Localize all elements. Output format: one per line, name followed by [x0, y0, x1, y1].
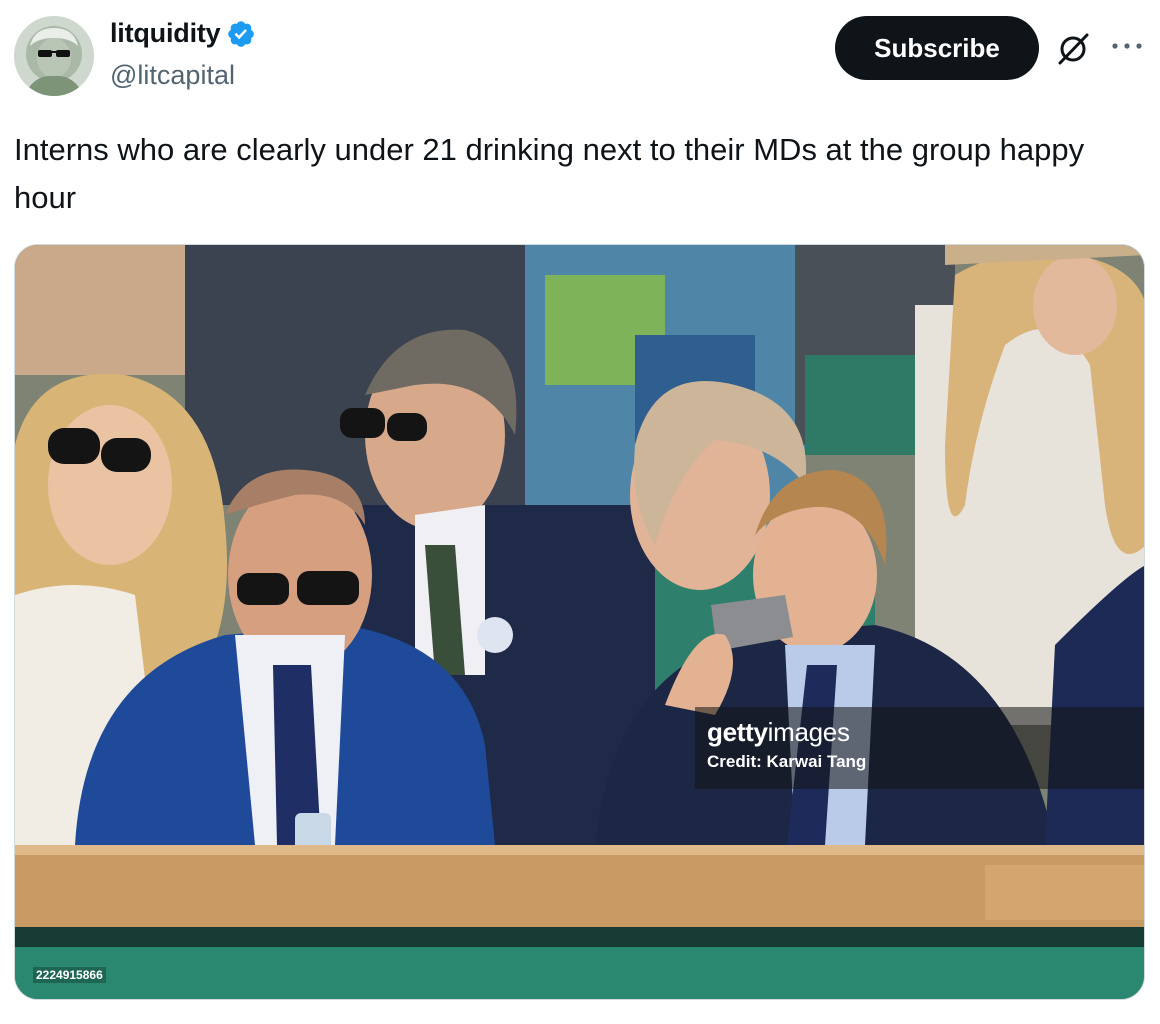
photo-scene	[15, 245, 1144, 999]
image-id: 2224915866	[33, 967, 106, 983]
more-options-icon[interactable]	[1110, 38, 1144, 54]
author-handle[interactable]: @litcapital	[110, 60, 235, 91]
author-name[interactable]: litquidity	[110, 18, 221, 49]
getty-logo-light: images	[767, 717, 850, 747]
tweet-header: litquidity @litcapital Subscribe	[0, 0, 1160, 110]
subscribe-button[interactable]: Subscribe	[835, 16, 1039, 80]
tweet-photo[interactable]: gettyimages Credit: Karwai Tang 22249158…	[14, 244, 1145, 1000]
author-avatar[interactable]	[14, 16, 94, 96]
getty-logo-bold: getty	[707, 717, 768, 747]
getty-logo: gettyimages	[707, 717, 1134, 748]
verified-badge-icon	[228, 20, 255, 47]
photo-credit: Credit: Karwai Tang	[707, 752, 867, 771]
tweet-text: Interns who are clearly under 21 drinkin…	[14, 132, 1085, 215]
getty-watermark: gettyimages Credit: Karwai Tang	[695, 707, 1144, 789]
grok-icon[interactable]	[1054, 30, 1092, 68]
